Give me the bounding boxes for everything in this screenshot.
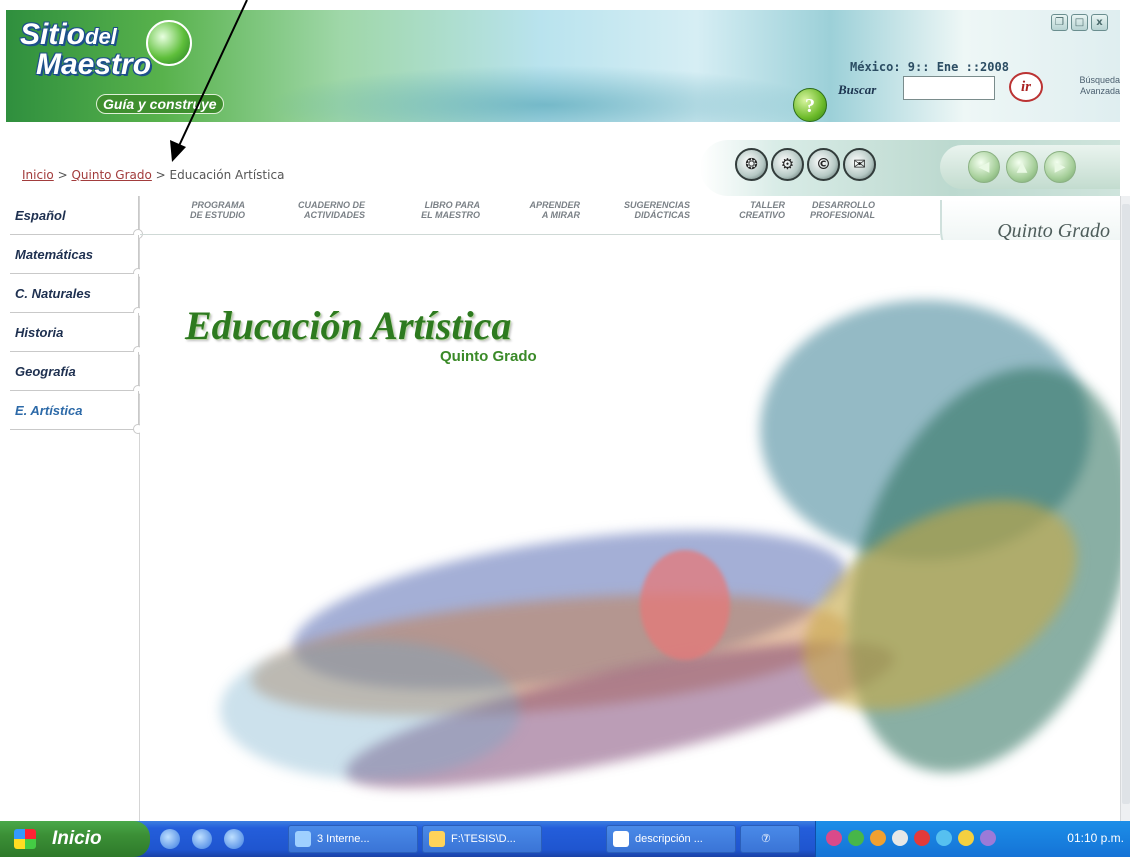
start-button[interactable]: Inicio xyxy=(0,821,150,857)
tray-icons xyxy=(826,830,996,846)
header-swoosh xyxy=(266,65,826,122)
section-divider xyxy=(140,234,940,235)
outlook-icon[interactable] xyxy=(192,829,212,849)
search-go-button[interactable]: ir xyxy=(1009,72,1043,102)
word-icon xyxy=(613,831,629,847)
copyright-icon[interactable]: © xyxy=(807,148,840,181)
search-icon[interactable] xyxy=(224,829,244,849)
sidebar-item-matematicas[interactable]: Matemáticas xyxy=(10,235,143,278)
breadcrumb: Inicio > Quinto Grado > Educación Artíst… xyxy=(22,168,284,182)
breadcrumb-separator: > xyxy=(53,168,72,182)
sidebar-item-espanol[interactable]: Español xyxy=(10,196,143,239)
logo-tagline: Guía y construye xyxy=(96,94,224,114)
sidebar-item-ciencias-naturales[interactable]: C. Naturales xyxy=(10,274,143,317)
subject-sidebar: Español Matemáticas C. Naturales Histori… xyxy=(10,196,143,821)
browser-screen: Sitiodel Maestro Guía y construye ❐ □ x … xyxy=(0,0,1130,857)
sidebar-item-historia[interactable]: Historia xyxy=(10,313,143,356)
globe-icon xyxy=(146,20,192,66)
nav-arrows: ◀ ▲ ▶ xyxy=(940,145,1120,189)
scrollbar-thumb[interactable] xyxy=(1122,204,1130,804)
folder-icon xyxy=(429,831,445,847)
breadcrumb-home-link[interactable]: Inicio xyxy=(22,168,54,182)
taskbar-clock: 01:10 p.m. xyxy=(1067,831,1124,845)
task-internet-explorer[interactable]: 3 Interne... xyxy=(288,825,418,853)
task-label: ⑦ xyxy=(761,833,771,845)
windows-logo-icon xyxy=(14,829,36,849)
task-folder[interactable]: F:\TESIS\D... xyxy=(422,825,542,853)
up-arrow-icon[interactable]: ▲ xyxy=(1006,151,1038,183)
tray-icon[interactable] xyxy=(980,830,996,846)
tray-icon[interactable] xyxy=(826,830,842,846)
tool-icon-2[interactable]: ⚙ xyxy=(771,148,804,181)
sidebar-item-geografia[interactable]: Geografía xyxy=(10,352,143,395)
art-stroke xyxy=(220,640,520,780)
tray-icon[interactable] xyxy=(958,830,974,846)
quick-launch xyxy=(160,829,244,849)
window-controls: ❐ □ x xyxy=(1051,14,1108,31)
hero-subtitle: Quinto Grado xyxy=(440,348,537,365)
search-label: Buscar xyxy=(838,82,877,97)
hero-title: Educación Artística xyxy=(185,303,512,348)
logo-word-maestro: Maestro xyxy=(36,48,152,81)
logo-word-sitio: Sitio xyxy=(20,18,85,51)
ie-icon[interactable] xyxy=(160,829,180,849)
search-input[interactable] xyxy=(903,76,995,100)
site-logo[interactable]: Sitiodel Maestro Guía y construye xyxy=(16,16,256,116)
site-header: Sitiodel Maestro Guía y construye ❐ □ x … xyxy=(6,10,1120,122)
breadcrumb-current: Educación Artística xyxy=(169,168,285,182)
task-label: descripción ... xyxy=(635,833,703,845)
task-label: F:\TESIS\D... xyxy=(451,833,516,845)
ie-icon xyxy=(295,831,311,847)
tool-icon-1[interactable]: ❂ xyxy=(735,148,768,181)
maximize-icon[interactable]: □ xyxy=(1071,14,1088,31)
tool-icons: ❂ ⚙ © ✉ xyxy=(735,148,876,181)
tray-icon[interactable] xyxy=(848,830,864,846)
advanced-search-line2: Avanzada xyxy=(1080,86,1120,96)
vertical-scrollbar[interactable] xyxy=(1120,196,1130,821)
forward-arrow-icon[interactable]: ▶ xyxy=(1044,151,1076,183)
restore-icon[interactable]: ❐ xyxy=(1051,14,1068,31)
advanced-search-line1: Búsqueda xyxy=(1079,75,1120,85)
tray-icon[interactable] xyxy=(914,830,930,846)
breadcrumb-grade-link[interactable]: Quinto Grado xyxy=(71,168,151,182)
start-button-label: Inicio xyxy=(52,828,102,849)
sidebar-item-educacion-artistica[interactable]: E. Artística xyxy=(10,391,143,434)
system-tray: 01:10 p.m. xyxy=(815,821,1130,857)
tray-icon[interactable] xyxy=(936,830,952,846)
task-help[interactable]: ⑦ xyxy=(740,825,800,853)
tray-icon[interactable] xyxy=(892,830,908,846)
back-arrow-icon[interactable]: ◀ xyxy=(968,151,1000,183)
help-button[interactable]: ? xyxy=(793,88,827,122)
logo-word-del: del xyxy=(85,24,117,49)
figure-shape xyxy=(640,550,730,660)
breadcrumb-separator: > xyxy=(151,168,170,182)
close-icon[interactable]: x xyxy=(1091,14,1108,31)
task-label: 3 Interne... xyxy=(317,833,370,845)
task-word-document[interactable]: descripción ... xyxy=(606,825,736,853)
hero-artwork: Educación Artística Quinto Grado xyxy=(140,240,1120,820)
advanced-search-link[interactable]: Búsqueda Avanzada xyxy=(1050,75,1120,97)
windows-taskbar: Inicio 3 Interne... F:\TESIS\D... descri… xyxy=(0,821,1130,857)
mail-icon[interactable]: ✉ xyxy=(843,148,876,181)
tray-icon[interactable] xyxy=(870,830,886,846)
